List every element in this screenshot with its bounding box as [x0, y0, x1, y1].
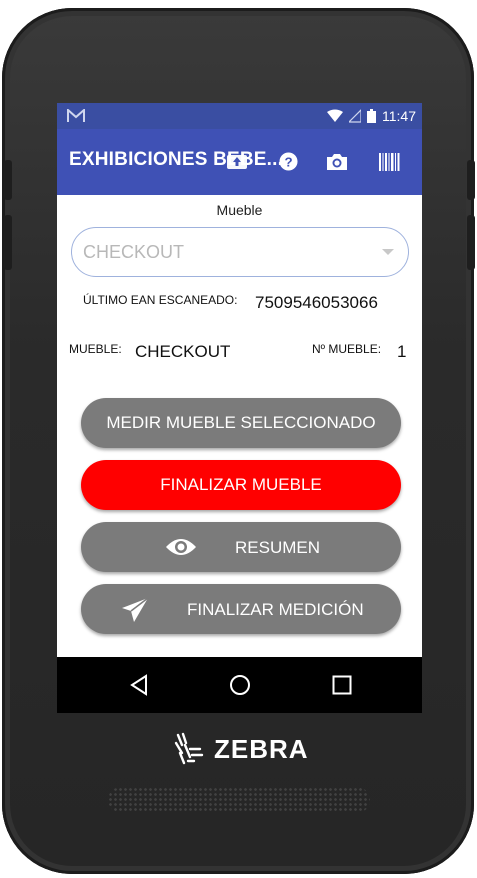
mueble-field-label: Mueble	[216, 202, 263, 218]
zebra-head-icon	[174, 732, 204, 765]
nav-bar	[57, 657, 422, 713]
signal-icon	[349, 109, 361, 123]
send-icon	[122, 597, 149, 622]
side-button-right-bottom	[467, 215, 475, 270]
back-icon[interactable]	[129, 674, 149, 696]
mueble-number-label: Nº MUEBLE:	[312, 342, 382, 356]
chevron-down-icon	[382, 249, 394, 255]
side-button-left-top	[4, 160, 12, 200]
mueble-number-value: 1	[397, 342, 407, 361]
finish-mueble-button[interactable]: FINALIZAR MUEBLE	[81, 460, 401, 510]
finish-mueble-label: FINALIZAR MUEBLE	[160, 475, 322, 494]
finish-measurement-label: FINALIZAR MEDICIÓN	[187, 600, 364, 619]
summary-label: RESUMEN	[235, 538, 321, 557]
side-button-right-top	[467, 160, 475, 200]
camera-icon[interactable]	[325, 152, 349, 172]
svg-text:?: ?	[284, 154, 292, 169]
last-ean-label: ÚLTIMO EAN ESCANEADO:	[83, 293, 238, 307]
barcode-icon[interactable]	[379, 153, 401, 171]
last-ean-value: 7509546053066	[255, 293, 378, 312]
zebra-logo: ZEBRA	[172, 731, 309, 767]
summary-button[interactable]: RESUMEN	[81, 522, 401, 572]
mueble-select[interactable]: CHECKOUT	[71, 227, 409, 277]
gmail-icon	[67, 109, 85, 122]
mueble-select-value: CHECKOUT	[83, 242, 185, 262]
mueble-label: MUEBLE:	[69, 342, 122, 356]
help-icon[interactable]: ?	[279, 152, 298, 171]
measure-mueble-button[interactable]: MEDIR MUEBLE SELECCIONADO	[81, 398, 401, 448]
recents-icon[interactable]	[332, 675, 352, 695]
mueble-value: CHECKOUT	[135, 342, 231, 361]
app-bar: EXHIBICIONES BEBE... ?	[57, 129, 422, 195]
speaker-grille	[108, 787, 370, 813]
eye-icon	[166, 539, 196, 555]
brand-name: ZEBRA	[214, 733, 309, 764]
measure-mueble-label: MEDIR MUEBLE SELECCIONADO	[106, 413, 376, 432]
wifi-icon	[327, 109, 343, 122]
screen: 11:47 EXHIBICIONES BEBE... ? Mueble CHEC…	[57, 103, 422, 713]
battery-icon	[367, 109, 376, 123]
home-icon[interactable]	[229, 674, 251, 696]
side-button-left-bottom	[4, 215, 12, 270]
upload-icon[interactable]	[227, 153, 247, 169]
finish-measurement-button[interactable]: FINALIZAR MEDICIÓN	[81, 584, 401, 634]
status-time: 11:47	[382, 108, 416, 124]
status-bar: 11:47	[57, 103, 422, 129]
app-title: EXHIBICIONES BEBE...	[69, 149, 284, 170]
